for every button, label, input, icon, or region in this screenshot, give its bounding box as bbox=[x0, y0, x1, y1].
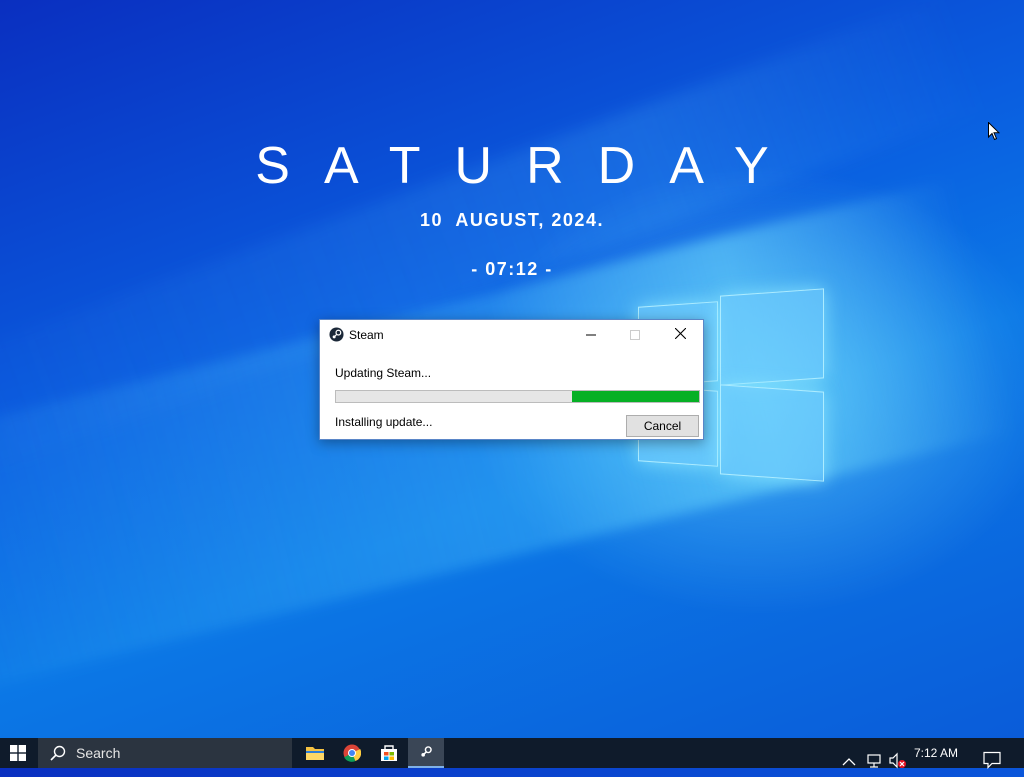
steam-update-dialog: Steam Updating Steam... Installing updat… bbox=[319, 319, 704, 440]
time-text: - 07:12 - bbox=[471, 259, 553, 279]
search-label: Search bbox=[76, 745, 121, 761]
notifications-icon[interactable] bbox=[983, 745, 1001, 775]
close-icon bbox=[674, 327, 687, 340]
file-explorer-icon bbox=[306, 747, 324, 760]
start-button[interactable] bbox=[0, 738, 36, 768]
date-text: 10 AUGUST, 2024. bbox=[420, 210, 604, 230]
dialog-titlebar[interactable]: Steam bbox=[320, 320, 703, 350]
close-button[interactable] bbox=[658, 320, 703, 350]
steam-icon bbox=[421, 746, 432, 757]
taskbar: Search 7:12 AM bbox=[0, 738, 1024, 769]
taskbar-chrome[interactable] bbox=[334, 738, 370, 768]
steam-icon bbox=[329, 327, 344, 342]
update-status: Installing update... bbox=[335, 415, 433, 429]
update-progress-bar bbox=[335, 390, 700, 403]
taskbar-search-box[interactable]: Search bbox=[38, 738, 292, 768]
maximize-button bbox=[612, 320, 657, 350]
taskbar-microsoft-store[interactable] bbox=[371, 738, 407, 768]
dialog-title: Steam bbox=[349, 328, 384, 342]
minimize-icon bbox=[585, 334, 596, 336]
volume-muted-icon[interactable] bbox=[889, 746, 907, 776]
taskbar-file-explorer[interactable] bbox=[297, 738, 333, 768]
network-icon[interactable] bbox=[866, 746, 882, 776]
chrome-icon bbox=[343, 744, 361, 762]
mouse-cursor-icon bbox=[988, 122, 1000, 141]
maximize-icon bbox=[629, 330, 640, 340]
microsoft-store-icon bbox=[381, 745, 397, 761]
progress-fill bbox=[571, 391, 699, 402]
chevron-up-icon[interactable] bbox=[842, 747, 856, 777]
windows-start-icon bbox=[10, 745, 26, 761]
cancel-button[interactable]: Cancel bbox=[626, 415, 699, 437]
taskbar-steam[interactable] bbox=[408, 738, 444, 768]
update-message: Updating Steam... bbox=[335, 366, 432, 380]
search-icon bbox=[50, 745, 66, 761]
minimize-button[interactable] bbox=[568, 320, 613, 350]
taskbar-clock[interactable]: 7:12 AM bbox=[914, 746, 958, 760]
weekday-text: SATURDAY bbox=[255, 137, 803, 195]
